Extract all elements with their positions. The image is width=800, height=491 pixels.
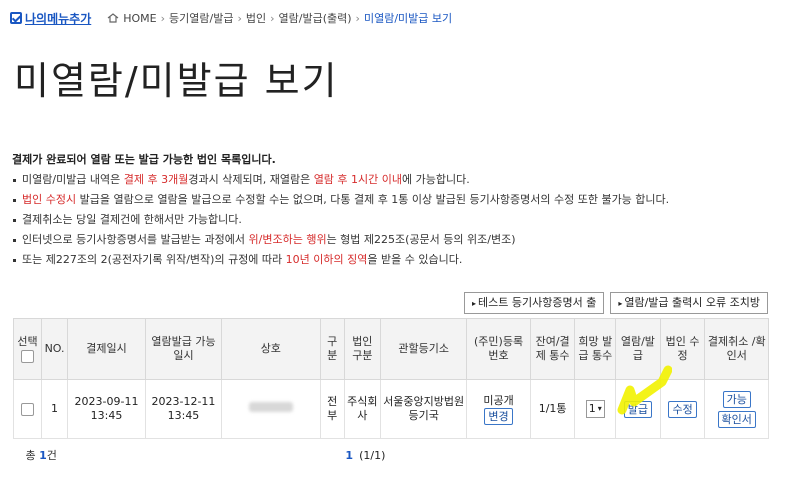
notice-item: 결제취소는 당일 결제건에 한해서만 가능합니다. (12, 210, 792, 230)
header-company: 상호 (220, 318, 321, 380)
summary-row: 총 1건 1 (1/1) (13, 438, 769, 473)
total-prefix: 총 (25, 449, 40, 462)
notice-box: 결제가 완료되어 열람 또는 발급 가능한 법인 목록입니다. 미열람/미발급 … (12, 150, 792, 270)
row-cancel: 가능확인서 (704, 379, 769, 439)
home-icon (107, 13, 119, 23)
row-edit: 수정 (659, 379, 706, 439)
row-issue: 발급 (615, 379, 661, 439)
row-paid-at: 2023-09-11 13:45 (67, 379, 146, 439)
notice-text: 는 형법 제225조(공문서 등의 위조/변조) (326, 233, 516, 246)
notice-text: 경과시 삭제되며, 재열람은 (188, 173, 314, 186)
header-paid-at: 결제일시 (67, 318, 146, 380)
row-reg-no: 미공개 변경 (466, 379, 531, 439)
breadcrumb-separator: › (270, 11, 275, 25)
cancel-payment-button[interactable]: 가능 (722, 390, 751, 408)
my-menu-add-label: 나의메뉴추가 (25, 11, 92, 26)
row-corp-type: 주식회사 (343, 379, 382, 439)
total-suffix: 건 (46, 449, 57, 462)
row-kind: 전부 (319, 379, 345, 439)
reg-no-change-button[interactable]: 변경 (484, 407, 513, 425)
issue-button[interactable]: 발급 (623, 400, 653, 418)
notice-heading: 결제가 완료되어 열람 또는 발급 가능한 법인 목록입니다. (12, 153, 276, 166)
header-select-label: 선택 (17, 335, 38, 348)
row-copies: 1 ▾ (574, 379, 617, 439)
notice-item: 인터넷으로 등기사항증명서를 발급받는 과정에서 위/변조하는 행위는 형법 제… (12, 230, 792, 250)
notice-text: 또는 제227조의 2(공전자기록 위작/변작)의 규정에 따라 (22, 253, 286, 266)
notice-item: 법인 수정시 발급을 열람으로 열람을 발급으로 수정할 수는 없으며, 다통 … (12, 190, 792, 210)
copies-select[interactable]: 1 ▾ (585, 400, 605, 418)
row-checkbox[interactable] (21, 402, 35, 416)
table-row: 1 2023-09-11 13:45 2023-12-11 13:45 전부 주… (12, 379, 769, 439)
header-remaining: 잔여/결제 통수 (529, 318, 576, 380)
page-1-link[interactable]: 1 (345, 449, 353, 462)
notice-text: 에 가능합니다. (402, 173, 470, 186)
row-registry: 서울중앙지방법원 등기국 (380, 379, 468, 439)
notice-text: 결제취소는 당일 결제건에 한해서만 가능합니다. (22, 213, 242, 226)
chevron-down-icon: ▾ (597, 404, 602, 413)
test-certificate-label: 테스트 등기사항증명서 출 (478, 296, 597, 309)
total-number: 1 (39, 449, 47, 462)
notice-emphasis: 위/변조하는 행위 (248, 233, 327, 246)
breadcrumb-item-home[interactable]: HOME (123, 12, 156, 25)
row-select-cell (12, 379, 43, 439)
breadcrumb-item-corporation[interactable]: 법인 (246, 10, 266, 26)
breadcrumb-home[interactable]: HOME (107, 12, 157, 25)
arrow-right-icon: ▸ (618, 299, 623, 308)
breadcrumb-item-print[interactable]: 열람/발급(출력) (279, 10, 352, 26)
notice-emphasis: 10년 이하의 징역 (285, 253, 368, 266)
total-count: 총 1건 (13, 438, 222, 473)
breadcrumb-item-current: 미열람/미발급 보기 (363, 12, 453, 25)
breadcrumb-separator: › (237, 11, 242, 25)
header-no: NO. (41, 318, 68, 380)
header-corp-type: 법인 구분 (343, 318, 382, 380)
arrow-right-icon: ▸ (472, 299, 477, 308)
notice-text: 인터넷으로 등기사항증명서를 발급받는 과정에서 (22, 233, 249, 246)
breadcrumb: 나의메뉴추가 HOME › 등기열람/발급 › 법인 › 열람/발급(출력) ›… (10, 8, 452, 28)
print-error-help-label: 열람/발급 출력시 오류 조치방 (624, 296, 760, 309)
pagination: 1 (1/1) (221, 438, 769, 473)
notice-emphasis: 법인 수정시 (22, 193, 77, 206)
row-remaining: 1/1통 (529, 379, 576, 439)
row-no: 1 (41, 379, 68, 439)
select-all-checkbox[interactable] (21, 349, 35, 363)
test-certificate-button[interactable]: ▸ 테스트 등기사항증명서 출 (464, 292, 605, 314)
notice-item-continued: 또는 제227조의 2(공전자기록 위작/변작)의 규정에 따라 10년 이하의… (12, 250, 792, 270)
print-error-help-button[interactable]: ▸ 열람/발급 출력시 오류 조치방 (610, 292, 768, 314)
page-title: 미열람/미발급 보기 (14, 59, 339, 103)
header-copies: 희망 발급 통수 (574, 318, 617, 380)
header-registry: 관할등기소 (380, 318, 468, 380)
header-view-issue: 열람/발급 (615, 318, 661, 380)
receipt-button[interactable]: 확인서 (717, 410, 756, 428)
row-company (220, 379, 321, 439)
header-corp-edit: 법인 수정 (659, 318, 706, 380)
breadcrumb-separator: › (160, 11, 166, 25)
row-available-at: 2023-12-11 13:45 (145, 379, 222, 439)
breadcrumb-separator: › (355, 11, 360, 25)
company-name-redacted (248, 402, 293, 412)
reg-no-value: 미공개 (483, 393, 514, 407)
action-bar: ▸ 테스트 등기사항증명서 출 ▸ 열람/발급 출력시 오류 조치방 (464, 292, 768, 314)
unissued-list-table: 선택 NO. 결제일시 열람발급 가능일시 상호 구분 법인 구분 관할등기소 … (12, 318, 769, 473)
header-kind: 구분 (319, 318, 345, 380)
notice-text: 미열람/미발급 내역은 (22, 173, 124, 186)
copies-value: 1 (588, 402, 596, 415)
notice-text: 발급을 열람으로 열람을 발급으로 수정할 수는 없으며, 다통 결제 후 1통… (76, 193, 670, 206)
notice-text: 을 받을 수 있습니다. (367, 253, 463, 266)
page-info: (1/1) (359, 449, 386, 462)
checkbox-icon (10, 12, 22, 24)
notice-emphasis: 열람 후 1시간 이내 (313, 173, 403, 186)
notice-item: 미열람/미발급 내역은 결제 후 3개월경과시 삭제되며, 재열람은 열람 후 … (12, 170, 792, 190)
header-cancel: 결제취소 /확인서 (704, 318, 769, 380)
header-select: 선택 (12, 318, 43, 380)
corp-edit-button[interactable]: 수정 (668, 400, 697, 418)
header-available-at: 열람발급 가능일시 (145, 318, 222, 380)
breadcrumb-item-registry[interactable]: 등기열람/발급 (169, 10, 233, 26)
table-header-row: 선택 NO. 결제일시 열람발급 가능일시 상호 구분 법인 구분 관할등기소 … (12, 318, 769, 380)
header-reg-no: (주민)등록번호 (466, 318, 531, 380)
notice-emphasis: 결제 후 3개월 (123, 173, 189, 186)
my-menu-add-link[interactable]: 나의메뉴추가 (10, 10, 91, 27)
